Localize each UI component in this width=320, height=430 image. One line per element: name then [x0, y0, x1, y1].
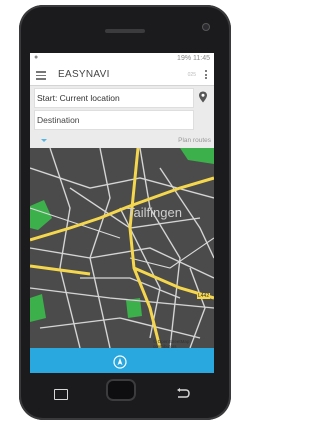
location-pin-icon[interactable]: [198, 91, 208, 103]
app-bar-meta: 025: [187, 72, 196, 78]
plan-routes-button[interactable]: Plan routes: [178, 137, 211, 144]
phone-screen: ● 19% 11:45 EASYNAVI 025 Start: Current …: [30, 53, 214, 373]
destination-field[interactable]: Destination: [34, 110, 194, 130]
back-hardware-button[interactable]: [176, 387, 190, 399]
map-place-label: Tailfingen: [127, 205, 182, 220]
overflow-menu-icon[interactable]: [205, 70, 207, 81]
location-icon: ●: [34, 54, 39, 61]
destination-placeholder: Destination: [37, 115, 80, 125]
app-bar: EASYNAVI 025: [30, 65, 214, 86]
road-number-label: L442: [197, 293, 211, 299]
app-title: EASYNAVI: [58, 69, 110, 80]
home-hardware-button[interactable]: [106, 379, 136, 401]
status-bar: ● 19% 11:45: [30, 53, 214, 65]
map-view[interactable]: [30, 148, 214, 348]
front-camera: [202, 23, 210, 31]
chevron-down-icon[interactable]: [41, 139, 47, 142]
menu-hardware-button[interactable]: [54, 389, 68, 400]
status-time: 19% 11:45: [177, 55, 210, 62]
start-location-text: Start: Current location: [37, 93, 120, 103]
hamburger-menu-icon[interactable]: [36, 71, 46, 80]
start-location-field[interactable]: Start: Current location: [34, 88, 194, 108]
navigation-icon[interactable]: [113, 355, 127, 369]
speaker-grille: [105, 29, 145, 33]
